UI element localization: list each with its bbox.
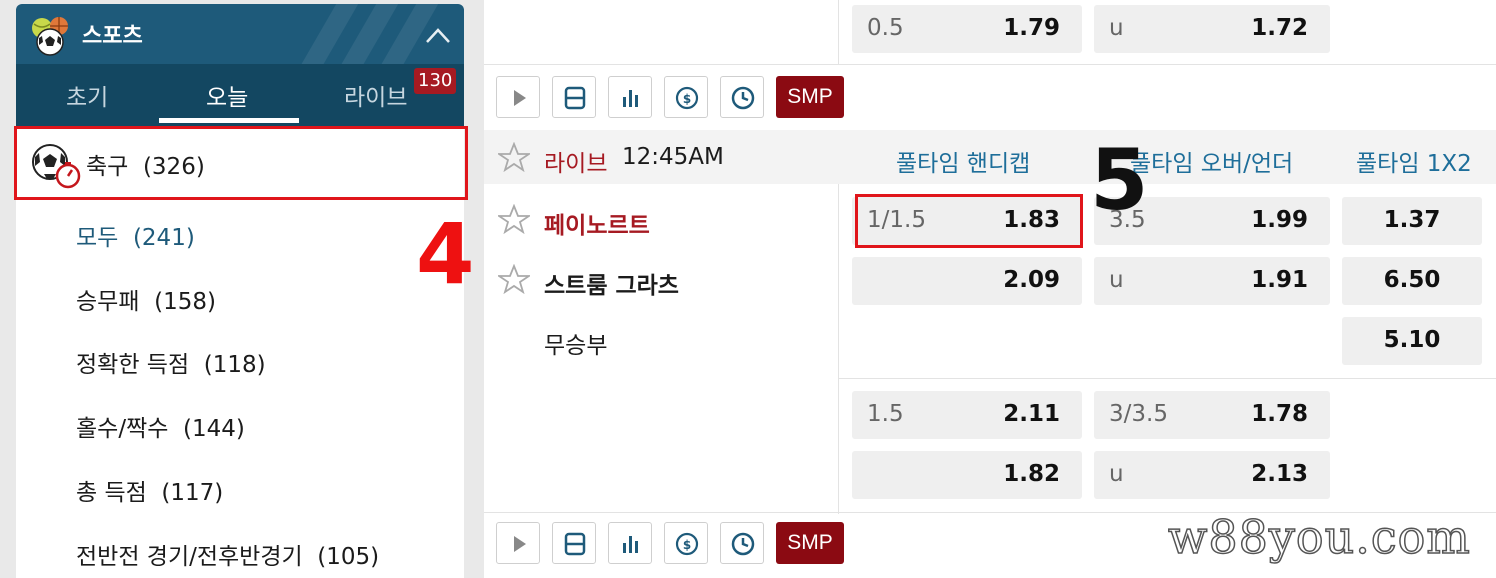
sidebar-subitem-halftime-fulltime[interactable]: 전반전 경기/전후반경기 (105)	[76, 537, 379, 571]
odds-cell[interactable]: u 1.72	[1094, 5, 1330, 53]
live-label: 라이브	[544, 151, 608, 177]
scoreboard-button[interactable]	[552, 76, 596, 118]
cashout-button[interactable]: $	[664, 522, 708, 564]
tab-early[interactable]: 초기	[66, 78, 108, 112]
favorite-star-icon[interactable]	[498, 142, 530, 172]
chevron-up-icon[interactable]	[424, 22, 452, 48]
sidebar-header[interactable]: 스포츠	[16, 4, 464, 64]
active-tab-indicator	[159, 118, 299, 123]
step-number-4: 4	[416, 205, 475, 303]
sidebar-subitem-all[interactable]: 모두 (241)	[76, 218, 195, 252]
odds-1x2-draw[interactable]: 5.10	[1342, 317, 1482, 365]
match-toolbar: $ SMP	[484, 70, 1496, 122]
sports-balls-icon	[32, 17, 68, 56]
svg-text:$: $	[683, 538, 691, 552]
away-team: 스트룸 그라츠	[544, 273, 679, 299]
stats-button[interactable]	[608, 522, 652, 564]
cashout-icon: $	[675, 86, 699, 110]
tab-today[interactable]: 오늘	[206, 78, 248, 112]
home-team: 페이노르트	[544, 213, 650, 239]
history-button[interactable]	[720, 76, 764, 118]
column-overunder: 풀타임 오버/언더	[1130, 151, 1294, 177]
sidebar-subitem-correct-score[interactable]: 정확한 득점 (118)	[76, 345, 266, 379]
highlight-box-soccer	[14, 126, 468, 200]
screen: 스포츠 초기 오늘 라이브 130 축구 (326) 모두 (241) 승무패 …	[0, 0, 1496, 578]
bar-chart-icon	[623, 536, 638, 553]
highlight-box-odds	[855, 194, 1083, 248]
play-icon	[514, 90, 526, 106]
scoreboard-icon	[564, 532, 586, 556]
sidebar-subitem-total-goals[interactable]: 총 득점 (117)	[76, 473, 223, 507]
live-count-badge: 130	[414, 68, 457, 94]
scoreboard-button[interactable]	[552, 522, 596, 564]
sidebar-tabs: 초기 오늘 라이브 130	[16, 64, 464, 126]
tab-live[interactable]: 라이브	[344, 78, 407, 112]
stats-button[interactable]	[608, 76, 652, 118]
step-number-5: 5	[1090, 131, 1149, 229]
match-time: 12:45AM	[622, 144, 724, 170]
odds-1x2-home[interactable]: 1.37	[1342, 197, 1482, 245]
smp-button[interactable]: SMP	[776, 522, 844, 564]
play-icon	[514, 536, 526, 552]
cashout-icon: $	[675, 532, 699, 556]
odds-under[interactable]: u 1.91	[1094, 257, 1330, 305]
odds-handicap-away[interactable]: 2.09	[852, 257, 1082, 305]
play-button[interactable]	[496, 76, 540, 118]
sports-sidebar: 스포츠 초기 오늘 라이브 130 축구 (326) 모두 (241) 승무패 …	[16, 4, 464, 578]
cashout-button[interactable]: $	[664, 76, 708, 118]
odds-handicap2-home[interactable]: 1.5 2.11	[852, 391, 1082, 439]
odds-panel: 0.5 1.79 u 1.72 $ SMP 라이브 12:45AM 풀타임 핸디…	[484, 0, 1496, 578]
odds-over2[interactable]: 3/3.5 1.78	[1094, 391, 1330, 439]
odds-handicap2-away[interactable]: 1.82	[852, 451, 1082, 499]
sidebar-subitem-1x2[interactable]: 승무패 (158)	[76, 282, 216, 316]
history-button[interactable]	[720, 522, 764, 564]
odds-1x2-away[interactable]: 6.50	[1342, 257, 1482, 305]
watermark: w88you.com	[1167, 509, 1471, 565]
sidebar-title: 스포츠	[82, 24, 143, 49]
favorite-star-icon[interactable]	[498, 264, 530, 294]
clock-icon	[731, 532, 755, 556]
draw-label: 무승부	[544, 333, 608, 359]
odds-cell[interactable]: 0.5 1.79	[852, 5, 1082, 53]
smp-button[interactable]: SMP	[776, 76, 844, 118]
column-handicap: 풀타임 핸디캡	[896, 151, 1031, 177]
favorite-star-icon[interactable]	[498, 204, 530, 234]
scoreboard-icon	[564, 86, 586, 110]
sidebar-subitem-odd-even[interactable]: 홀수/짝수 (144)	[76, 409, 245, 443]
clock-icon	[731, 86, 755, 110]
odds-under2[interactable]: u 2.13	[1094, 451, 1330, 499]
match-header: 라이브 12:45AM 풀타임 핸디캡 풀타임 오버/언더 풀타임 1X2	[484, 130, 1496, 184]
column-1x2: 풀타임 1X2	[1356, 151, 1472, 177]
play-button[interactable]	[496, 522, 540, 564]
svg-text:$: $	[683, 92, 691, 106]
bar-chart-icon	[623, 90, 638, 107]
